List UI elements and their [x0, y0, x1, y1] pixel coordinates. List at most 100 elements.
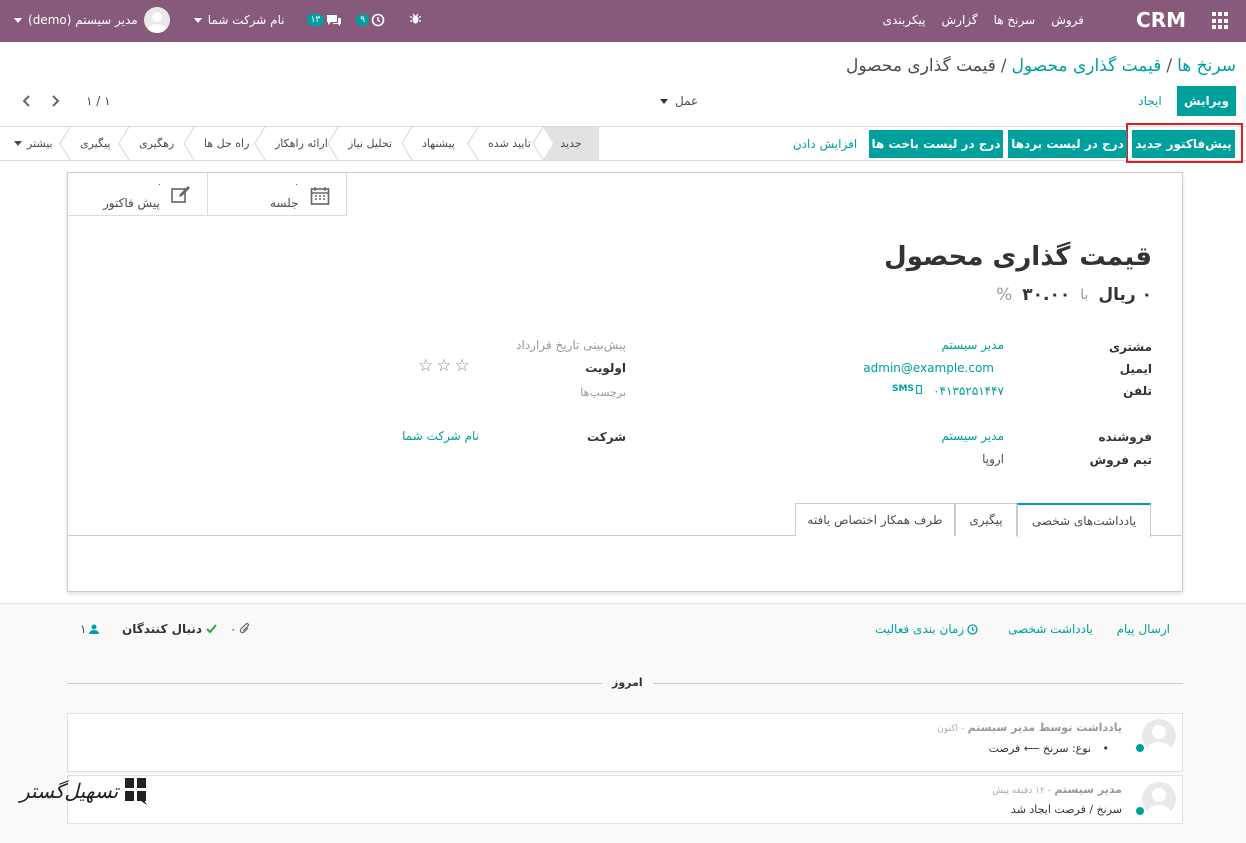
smart-button-meeting[interactable]: ۰ جلسه — [207, 173, 347, 216]
enrich-button[interactable]: افزایش دادن — [786, 130, 864, 158]
clock-icon — [967, 623, 978, 635]
tab-followup[interactable]: پیگیری — [955, 503, 1017, 536]
sms-button[interactable]: SMS — [892, 384, 922, 394]
message-body: • نوع: سرنخ ⟵ فرصت — [989, 742, 1109, 755]
sales-team-label: تیم فروش — [1089, 453, 1152, 467]
email-link[interactable]: admin@example.com — [863, 361, 994, 375]
chevron-down-icon — [660, 98, 668, 104]
user-menu[interactable]: مدیر سیستم (demo) — [14, 7, 170, 33]
user-name: مدیر سیستم (demo) — [28, 13, 138, 27]
watermark-text: تسهیل‌گستر — [20, 779, 119, 803]
online-status-dot — [1136, 744, 1144, 752]
author-avatar[interactable] — [1142, 782, 1176, 816]
tab-label: پیگیری — [969, 513, 1003, 527]
email-label: ایمیل — [1119, 362, 1152, 376]
online-status-dot — [1136, 807, 1144, 815]
form-statusbar: پیش‌فاکتور جدید درج در لیست بردها درج در… — [0, 123, 1246, 163]
followers-number: ۱ — [80, 622, 87, 636]
action-dropdown[interactable]: عمل — [660, 94, 698, 108]
new-quotation-button[interactable]: پیش‌فاکتور جدید — [1132, 130, 1235, 158]
message-header: یادداشت توسط مدیر سیستم - اکنون — [937, 721, 1122, 734]
messaging-menu[interactable]: ۱۳ — [306, 14, 343, 27]
quotation-count: ۰ — [157, 180, 162, 190]
app-brand[interactable]: CRM — [1136, 8, 1186, 32]
chevron-down-icon — [193, 17, 202, 23]
phone-link[interactable]: ۰۴۱۳۵۲۵۱۴۴۷ — [933, 384, 1004, 398]
schedule-activity-button[interactable]: زمان بندی فعالیت — [875, 622, 978, 636]
phone-label: تلفن — [1123, 384, 1152, 398]
chevron-down-icon — [14, 17, 22, 23]
create-button[interactable]: ایجاد — [1128, 86, 1172, 116]
star-icon[interactable]: ☆ — [418, 356, 433, 376]
date-separator: امروز — [602, 676, 653, 689]
main-menu: فروش سرنخ ها گزارش پیکربندی — [883, 13, 1084, 27]
breadcrumb-separator: / — [1000, 56, 1007, 76]
action-label: عمل — [675, 94, 699, 108]
breadcrumb-leads[interactable]: سرنخ ها — [1177, 56, 1236, 76]
menu-item-configuration[interactable]: پیکربندی — [883, 13, 926, 27]
followers-count[interactable]: ۱ — [80, 622, 100, 636]
company-switcher[interactable]: نام شرکت شما — [193, 13, 285, 27]
activity-menu[interactable]: ۹ — [356, 13, 385, 27]
send-message-button[interactable]: ارسال پیام — [1117, 622, 1170, 636]
watermark-logo: تسهیل‌گستر — [20, 776, 148, 806]
message-author[interactable]: مدیر سیستم — [1054, 783, 1122, 796]
mobile-icon — [915, 384, 922, 394]
percent-sign: % — [996, 285, 1013, 305]
follow-button[interactable]: دنبال کنندگان — [122, 622, 217, 636]
quotation-label: پیش فاکتور — [103, 196, 160, 210]
sales-team-value: اروپا — [982, 452, 1004, 466]
tab-label: طرف همکار اختصاص یافته — [807, 513, 943, 527]
tab-assigned-partner[interactable]: طرف همکار اختصاص یافته — [795, 503, 955, 536]
menu-item-leads[interactable]: سرنخ ها — [994, 13, 1036, 27]
breadcrumb-parent[interactable]: قیمت گذاری محصول — [1012, 56, 1162, 76]
apps-menu-icon[interactable] — [1210, 12, 1228, 30]
mark-won-button[interactable]: درج در لیست بردها — [1008, 130, 1127, 158]
attachments-button[interactable]: ۰ — [230, 622, 250, 636]
stage-separators — [59, 127, 544, 160]
company-name: نام شرکت شما — [207, 13, 285, 27]
edit-button[interactable]: ویرایش — [1177, 86, 1236, 116]
breadcrumb-separator: / — [1166, 56, 1173, 76]
star-icon[interactable]: ☆ — [455, 356, 470, 376]
meeting-label: جلسه — [270, 196, 299, 210]
smart-button-quotation[interactable]: ۰ پیش فاکتور — [68, 173, 207, 216]
followers-label: دنبال کنندگان — [122, 622, 203, 636]
probability-value: ۳۰.۰۰ — [1022, 285, 1071, 305]
expected-closing-label[interactable]: پیش‌بینی تاریخ قرارداد — [516, 338, 626, 352]
message-author[interactable]: مدیر سیستم — [968, 721, 1036, 734]
debug-icon[interactable] — [409, 12, 422, 28]
message-body: سرنخ / فرصت ایجاد شد — [1010, 803, 1122, 816]
attachments-count: ۰ — [230, 622, 237, 636]
salesperson-link[interactable]: مدیر سیستم — [942, 429, 1005, 443]
tags-label[interactable]: برچسب‌ها — [580, 386, 626, 399]
expected-revenue: ۰ ریال — [1098, 285, 1152, 305]
tab-internal-notes[interactable]: یادداشت‌های شخصی — [1017, 503, 1151, 537]
activities-badge: ۹ — [356, 14, 370, 26]
stage-label: جدید — [560, 137, 582, 150]
message-time: - ۱۲ دقیقه پیش — [992, 786, 1051, 796]
pager-counter[interactable]: ۱ / ۱ — [86, 94, 111, 108]
systray: مدیر سیستم (demo) نام شرکت شما ۱۳ ۹ — [14, 7, 422, 33]
menu-item-reporting[interactable]: گزارش — [942, 13, 978, 27]
breadcrumb-current: قیمت گذاری محصول — [846, 56, 996, 76]
customer-link[interactable]: مدیر سیستم — [942, 338, 1005, 352]
star-icon[interactable]: ☆ — [436, 356, 451, 376]
log-note-button[interactable]: یادداشت شخصی — [1008, 622, 1093, 636]
priority-stars[interactable]: ☆ ☆ ☆ — [418, 356, 470, 376]
check-icon — [206, 624, 217, 634]
menu-item-sales[interactable]: فروش — [1051, 13, 1084, 27]
clock-icon — [371, 13, 385, 27]
sms-label: SMS — [892, 384, 914, 394]
pager-next-icon[interactable] — [50, 95, 60, 110]
pager-previous-icon[interactable] — [22, 95, 32, 110]
message-prefix: یادداشت توسط — [1038, 721, 1122, 734]
user-icon — [89, 624, 100, 634]
top-navbar: CRM فروش سرنخ ها گزارش پیکربندی مدیر سیس… — [0, 0, 1246, 42]
mark-lost-button[interactable]: درج در لیست باخت ها — [869, 130, 1003, 158]
author-avatar[interactable] — [1142, 719, 1176, 753]
company-link[interactable]: نام شرکت شما — [402, 429, 479, 443]
priority-label: اولویت — [585, 361, 626, 375]
meeting-count: ۰ — [294, 180, 299, 190]
bullet-icon: • — [1102, 742, 1110, 755]
